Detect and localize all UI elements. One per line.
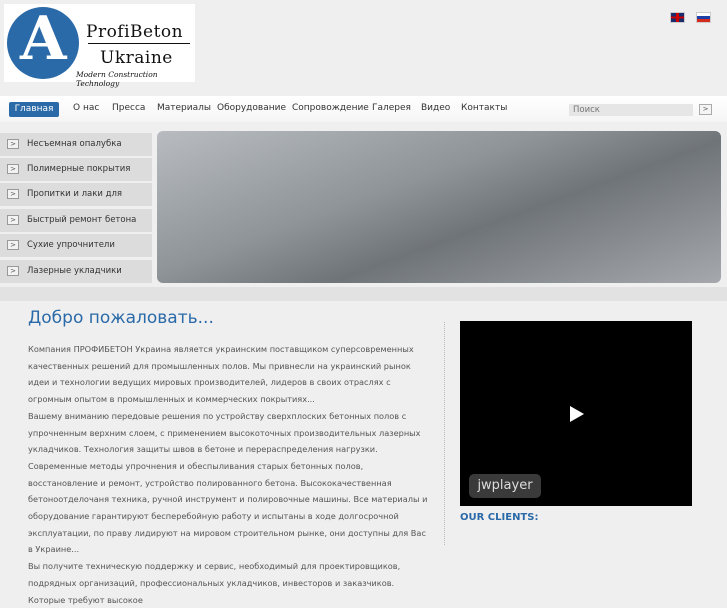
nav-about[interactable]: О нас (73, 103, 99, 113)
arrow-icon: > (7, 189, 19, 199)
logo-tagline: Modern Construction Technology (76, 70, 158, 88)
logo[interactable]: A ProfiBeton Ukraine Modern Construction… (4, 4, 195, 88)
arrow-icon: > (7, 164, 19, 174)
sidebar-item-label: Сухие упрочнители (27, 240, 115, 250)
sidebar-item[interactable]: > Сухие упрочнители (0, 234, 152, 257)
paragraph: Вашему вниманию передовые решения по уст… (28, 410, 428, 555)
arrow-icon: > (7, 266, 19, 276)
column-divider (444, 322, 445, 545)
nav-gallery[interactable]: Галерея (372, 103, 411, 113)
nav-video[interactable]: Видео (421, 103, 450, 113)
nav-home[interactable]: Главная (9, 102, 59, 117)
sidebar-item-label: Полимерные покрытия (27, 164, 131, 174)
intro-text: Компания ПРОФИБЕТОН Украина является укр… (28, 341, 430, 608)
logo-rule (88, 43, 190, 44)
sidebar-item[interactable]: > Несъемная опалубка (0, 133, 152, 156)
sidebar-item-label: Несъемная опалубка (27, 139, 122, 149)
jwplayer-logo: jwplayer (469, 474, 541, 498)
logo-line2: Ukraine (100, 48, 173, 68)
sidebar-item[interactable]: > Полимерные покрытия (0, 158, 152, 181)
logo-letter: A (20, 4, 67, 74)
clients-heading: OUR CLIENTS: (460, 512, 539, 523)
nav-press[interactable]: Пресса (112, 103, 145, 113)
search-button[interactable]: > (699, 104, 712, 115)
arrow-icon: > (7, 215, 19, 225)
sidebar-item[interactable]: >Пропитки и лаки для бетона (0, 183, 152, 222)
nav-contacts[interactable]: Контакты (461, 103, 507, 113)
play-icon[interactable] (570, 406, 584, 422)
separator-band (0, 287, 727, 301)
nav-equipment[interactable]: Оборудование (217, 103, 286, 113)
hero-photo (157, 131, 721, 283)
sidebar-item[interactable]: > Быстрый ремонт бетона (0, 209, 152, 232)
video-player[interactable]: jwplayer (460, 321, 692, 506)
sidebar-item-label: Лазерные укладчики (27, 266, 122, 276)
main-nav: Главная О нас Пресса Материалы Оборудова… (0, 96, 727, 122)
flag-en-icon[interactable] (670, 12, 685, 23)
nav-materials[interactable]: Материалы (157, 103, 211, 113)
logo-line1: ProfiBeton (86, 22, 184, 42)
search-input[interactable] (569, 104, 693, 116)
paragraph: Вы получите техническую поддержку и серв… (28, 561, 401, 605)
sidebar-item-label: Быстрый ремонт бетона (27, 215, 137, 225)
sidebar-item[interactable]: > Лазерные укладчики (0, 260, 152, 283)
arrow-icon: > (7, 240, 19, 250)
arrow-icon: > (7, 139, 19, 149)
flag-ru-icon[interactable] (696, 12, 711, 23)
page-title: Добро пожаловать... (28, 308, 214, 328)
nav-support[interactable]: Сопровождение (292, 103, 369, 113)
paragraph: Компания ПРОФИБЕТОН Украина является укр… (28, 344, 414, 405)
